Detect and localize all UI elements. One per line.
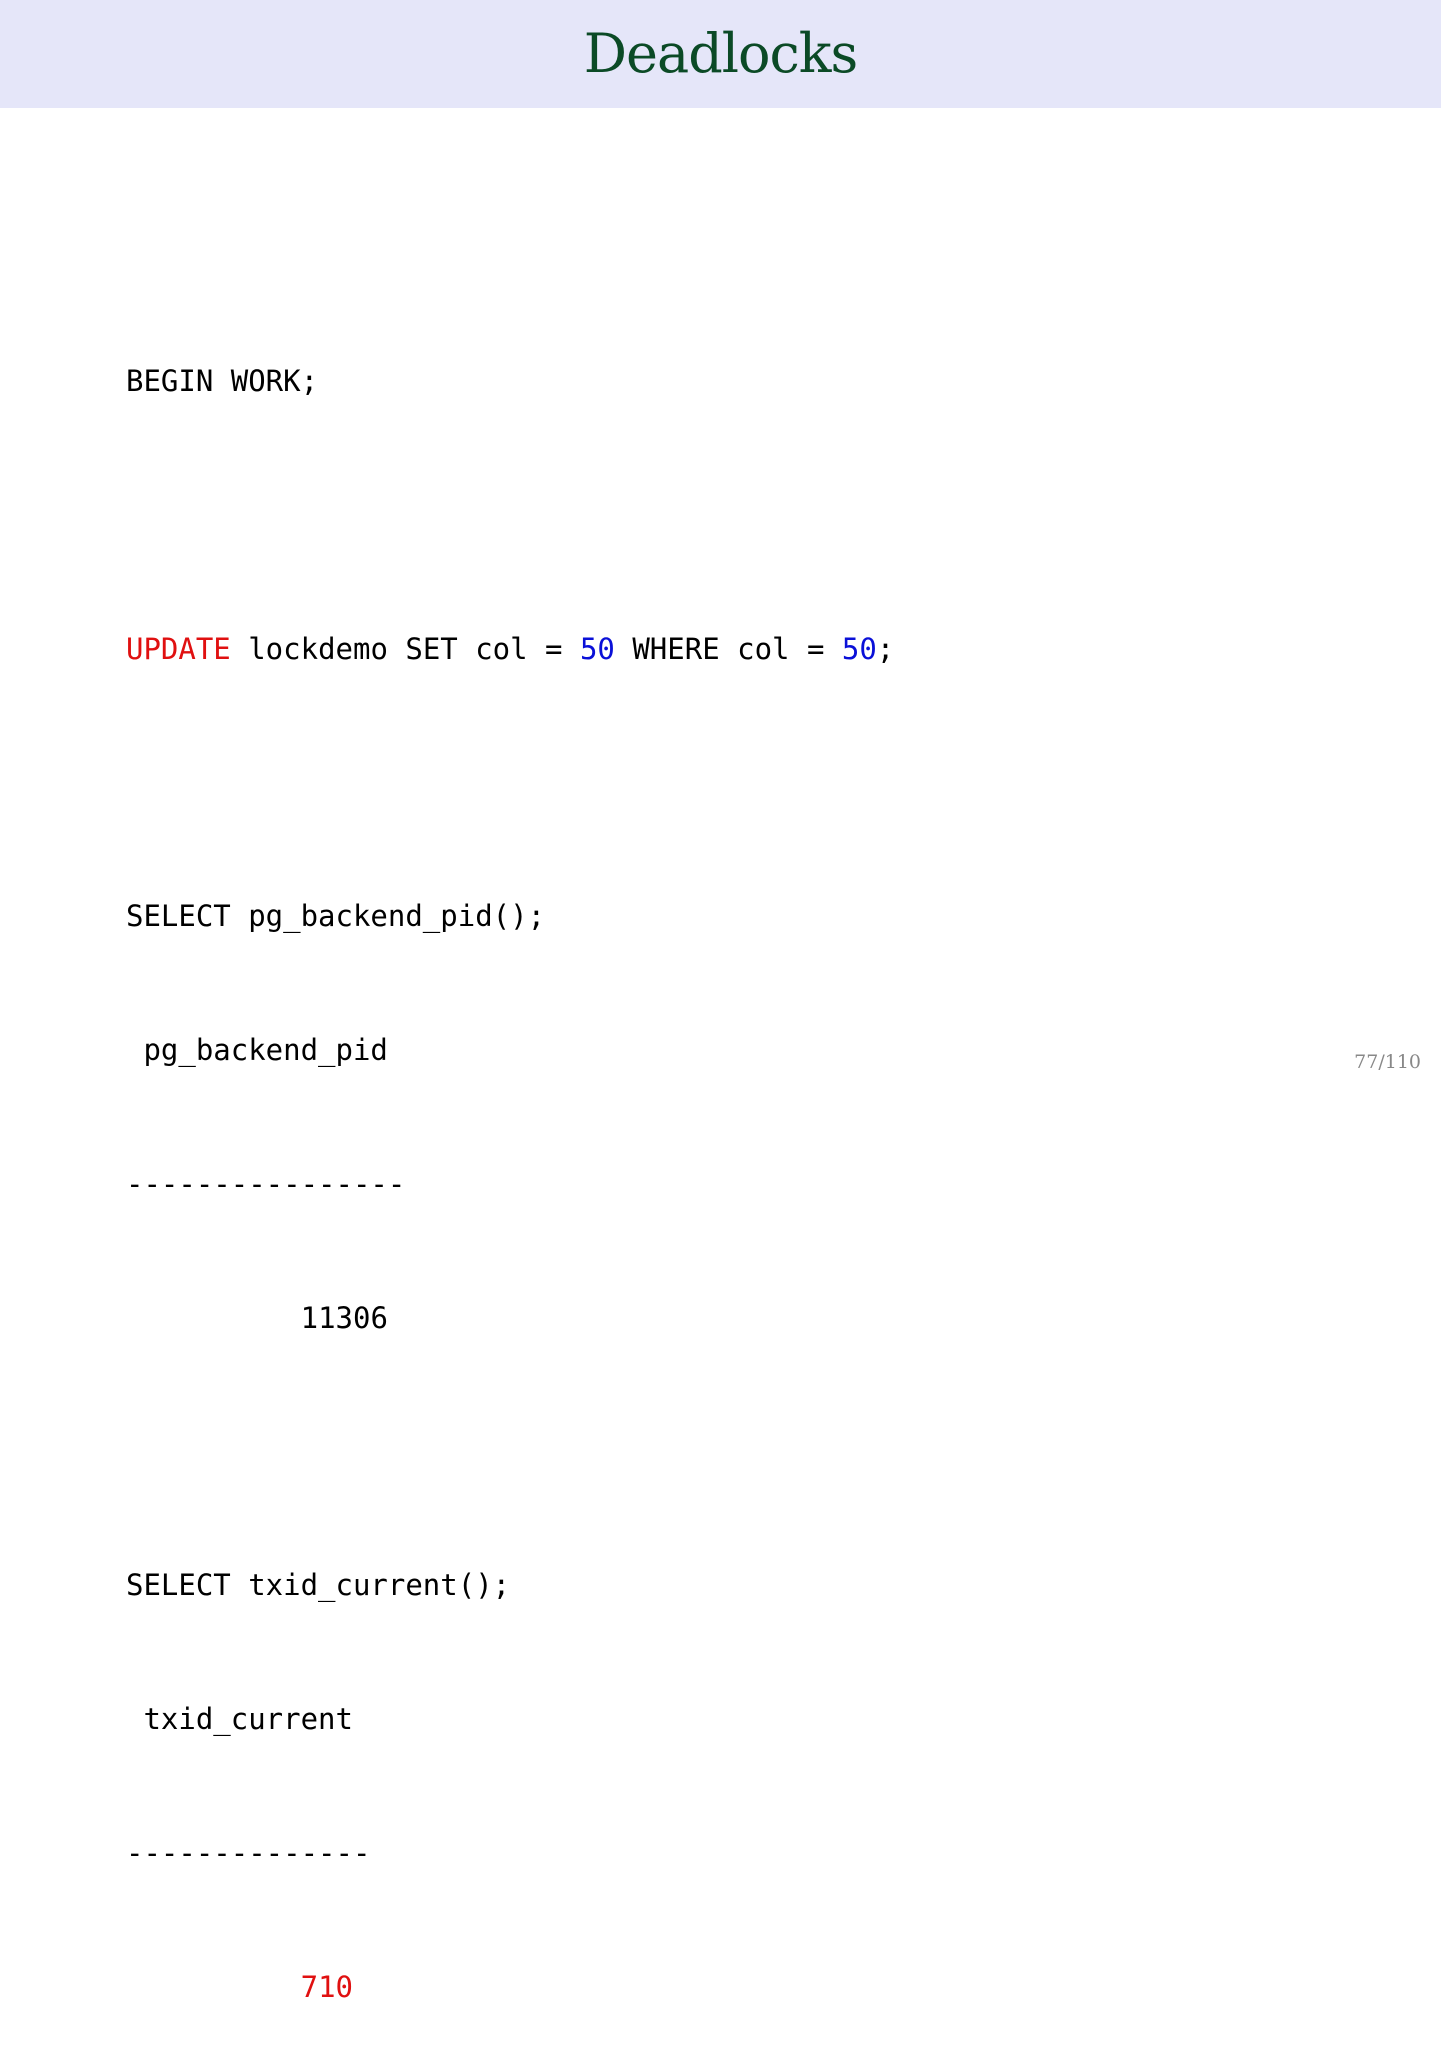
code-line-select-txid: SELECT txid_current(); xyxy=(126,1568,511,1603)
result-header-txid: txid_current xyxy=(126,1702,353,1736)
page-number: 77/110 xyxy=(1354,1051,1421,1073)
sql-code-block: BEGIN WORK; UPDATE lockdemo SET col = 50… xyxy=(126,270,894,2054)
result-row-txid: 710 xyxy=(126,1965,894,2010)
code-line-update: UPDATE lockdemo SET col = 50 WHERE col =… xyxy=(126,627,894,672)
result-row-pid: 11306 xyxy=(126,1296,894,1341)
result-separator: -------------- xyxy=(126,1835,371,1870)
code-text: WHERE col = xyxy=(614,631,842,666)
code-line-select-pid: SELECT pg_backend_pid(); xyxy=(126,899,546,934)
keyword-update: UPDATE xyxy=(126,631,231,666)
code-text: ; xyxy=(876,631,895,666)
result-separator: ---------------- xyxy=(126,1166,406,1201)
slide-header: Deadlocks xyxy=(0,0,1441,108)
pid-value: 11306 xyxy=(300,1300,388,1335)
txid-value: 710 xyxy=(300,1969,353,2004)
slide-title: Deadlocks xyxy=(583,22,858,85)
number-literal: 50 xyxy=(841,631,877,666)
code-line-begin: BEGIN WORK; xyxy=(126,364,319,399)
result-header-pid: pg_backend_pid xyxy=(126,1033,388,1068)
code-text: lockdemo SET col = xyxy=(230,631,580,666)
number-literal: 50 xyxy=(579,631,615,666)
